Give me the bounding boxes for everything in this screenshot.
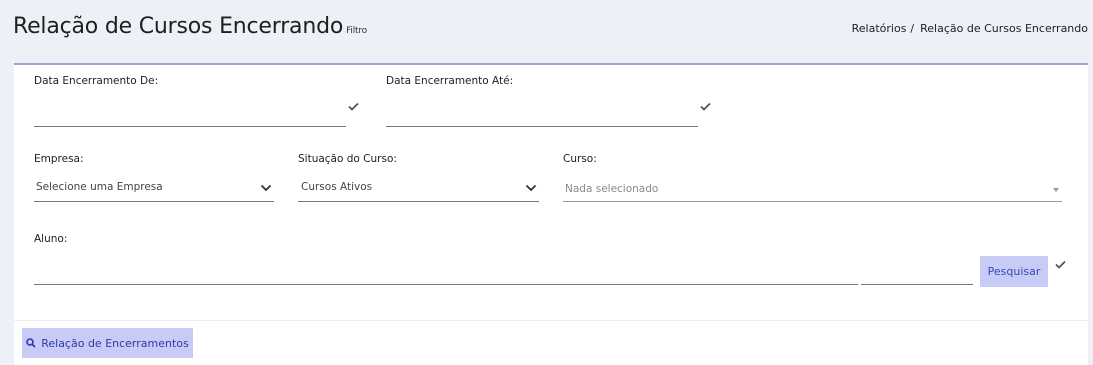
check-icon — [1055, 260, 1066, 269]
empresa-label: Empresa: — [34, 153, 84, 165]
page-title-text: Relação de Cursos Encerrando — [13, 14, 344, 39]
aluno-label: Aluno: — [34, 233, 68, 245]
curso-underline — [563, 201, 1062, 202]
breadcrumb: Relatórios / Relação de Cursos Encerrando — [852, 22, 1088, 35]
empresa-select[interactable]: Selecione uma Empresa — [34, 173, 274, 203]
page-title: Relação de Cursos Encerrando Filtro — [13, 14, 367, 39]
filter-card: Data Encerramento De: Data Encerramento … — [14, 63, 1088, 365]
breadcrumb-item-relatorios[interactable]: Relatórios — [852, 22, 907, 35]
curso-select-placeholder: Nada selecionado — [565, 183, 659, 195]
check-icon — [348, 102, 359, 111]
empresa-select-value: Selecione uma Empresa — [36, 181, 163, 193]
chevron-down-icon — [525, 184, 537, 192]
page-subtitle: Filtro — [346, 26, 367, 36]
data-ate-input[interactable] — [386, 126, 698, 127]
data-de-input[interactable] — [34, 126, 346, 127]
pesquisar-button[interactable]: Pesquisar — [980, 256, 1048, 287]
card-divider — [14, 320, 1088, 321]
aluno-secondary-input[interactable] — [861, 284, 973, 285]
curso-label: Curso: — [563, 153, 597, 165]
situacao-label: Situação do Curso: — [298, 153, 397, 165]
data-de-label: Data Encerramento De: — [34, 75, 159, 87]
empresa-underline — [34, 201, 274, 202]
curso-select[interactable]: Nada selecionado — [563, 173, 1062, 203]
data-ate-label: Data Encerramento Até: — [386, 75, 514, 87]
chevron-down-icon — [260, 184, 272, 192]
check-icon — [700, 102, 711, 111]
aluno-input[interactable] — [34, 284, 858, 285]
breadcrumb-item-current: Relação de Cursos Encerrando — [920, 22, 1088, 35]
search-icon — [26, 338, 36, 348]
caret-down-icon — [1053, 188, 1059, 192]
situacao-underline — [298, 201, 539, 202]
relacao-encerramentos-button[interactable]: Relação de Encerramentos — [22, 328, 193, 358]
situacao-select[interactable]: Cursos Ativos — [298, 173, 539, 203]
relacao-encerramentos-label: Relação de Encerramentos — [41, 336, 189, 350]
breadcrumb-separator: / — [910, 22, 915, 35]
situacao-select-value: Cursos Ativos — [301, 181, 373, 193]
